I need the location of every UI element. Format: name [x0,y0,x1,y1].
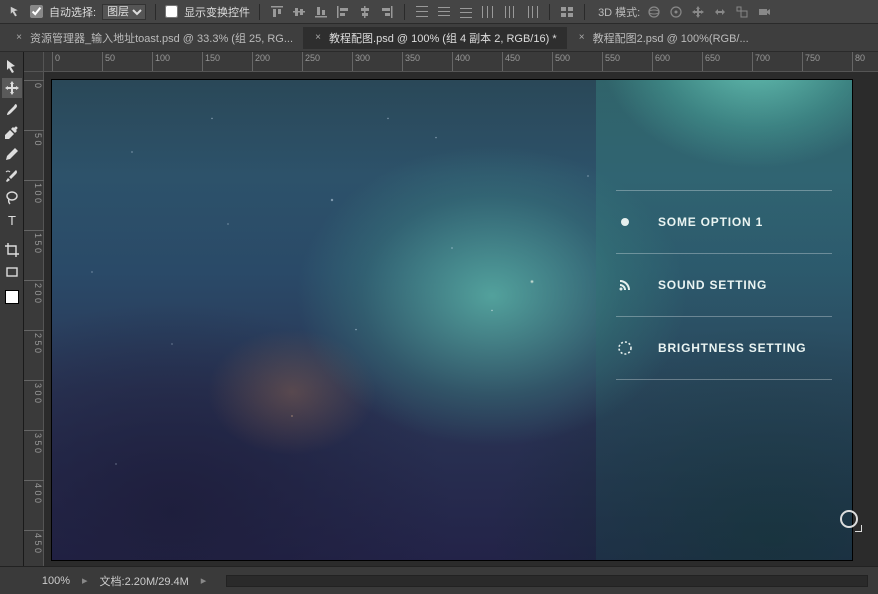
tab-label: 教程配图.psd @ 100% (组 4 副本 2, RGB/16) * [329,30,557,46]
close-icon[interactable]: × [577,33,587,43]
distribute-left-icon[interactable] [480,4,496,20]
show-transform-label: 显示变换控件 [184,4,250,20]
document-tabs: × 资源管理器_输入地址toast.psd @ 33.3% (组 25, RG.… [0,24,878,52]
option-row[interactable]: SOME OPTION 1 [616,190,832,253]
tool-panel: T [0,52,24,566]
toolbar-divider [584,4,585,20]
align-hcenter-icon[interactable] [357,4,373,20]
text-tool-icon[interactable]: T [2,210,22,230]
close-icon[interactable]: × [14,33,24,43]
3d-camera-icon[interactable] [756,4,772,20]
show-transform-checkbox[interactable] [165,5,178,18]
move-tool-indicator-icon [8,4,24,20]
toolbar-divider [404,4,405,20]
distribute-bottom-icon[interactable] [458,4,474,20]
align-left-icon[interactable] [335,4,351,20]
mode-3d-label: 3D 模式: [598,4,640,20]
option-label: SOME OPTION 1 [658,215,763,229]
3d-roll-icon[interactable] [668,4,684,20]
distribute-top-icon[interactable] [414,4,430,20]
lasso-tool-icon[interactable] [2,188,22,208]
distribute-right-icon[interactable] [524,4,540,20]
canvas[interactable]: SOME OPTION 1 SOUND SETTING BRIGHTNESS S… [52,80,852,560]
toolbar-divider [155,4,156,20]
dot-icon [616,213,634,231]
3d-pan-icon[interactable] [690,4,706,20]
align-top-icon[interactable] [269,4,285,20]
history-brush-tool-icon[interactable] [2,166,22,186]
align-vcenter-icon[interactable] [291,4,307,20]
status-bar: 100% ▸ 文档:2.20M/29.4M ▸ [0,566,878,594]
foreground-color-swatch[interactable] [5,290,19,304]
auto-select-dropdown[interactable]: 图层 [102,4,146,20]
svg-text:T: T [8,213,16,227]
crop-tool-icon[interactable] [2,240,22,260]
zoom-level[interactable]: 100% [10,575,70,587]
distribute-hcenter-icon[interactable] [502,4,518,20]
document-tab[interactable]: × 教程配图.psd @ 100% (组 4 副本 2, RGB/16) * [303,27,567,49]
chevron-right-icon[interactable]: ▸ [82,574,88,587]
tab-label: 教程配图2.psd @ 100%(RGB/... [593,30,749,46]
toolbar-divider [259,4,260,20]
option-label: BRIGHTNESS SETTING [658,341,806,355]
pencil-tool-icon[interactable] [2,144,22,164]
chevron-right-icon[interactable]: ▸ [201,574,207,587]
auto-select-label: 自动选择: [49,4,96,20]
horizontal-scrollbar[interactable] [226,575,868,587]
auto-align-icon[interactable] [559,4,575,20]
canvas-wrap: 0501001502002503003504004505005506006507… [24,52,878,566]
vertical-ruler[interactable]: 05 01 0 01 5 02 0 02 5 03 0 03 5 04 0 04… [24,72,44,566]
options-toolbar: 自动选择: 图层 显示变换控件 3D 模式: [0,0,878,24]
document-size-label: 文档:2.20M/29.4M [100,573,189,589]
align-bottom-icon[interactable] [313,4,329,20]
move-tool-icon[interactable] [2,78,22,98]
eyedropper-tool-icon[interactable] [2,122,22,142]
tab-label: 资源管理器_输入地址toast.psd @ 33.3% (组 25, RG... [30,30,293,46]
settings-panel: SOME OPTION 1 SOUND SETTING BRIGHTNESS S… [596,80,852,560]
option-label: SOUND SETTING [658,278,767,292]
3d-slide-icon[interactable] [712,4,728,20]
brush-tool-icon[interactable] [2,100,22,120]
toolbar-divider [549,4,550,20]
distribute-vcenter-icon[interactable] [436,4,452,20]
arrow-tool-icon[interactable] [2,56,22,76]
option-row[interactable]: SOUND SETTING [616,253,832,316]
auto-select-checkbox[interactable] [30,5,43,18]
3d-scale-icon[interactable] [734,4,750,20]
zoom-cursor-icon [840,510,858,528]
align-right-icon[interactable] [379,4,395,20]
horizontal-ruler[interactable]: 0501001502002503003504004505005506006507… [44,52,878,72]
document-tab[interactable]: × 资源管理器_输入地址toast.psd @ 33.3% (组 25, RG.… [4,27,303,49]
ruler-origin[interactable] [24,52,44,72]
rectangle-tool-icon[interactable] [2,262,22,282]
close-icon[interactable]: × [313,33,323,43]
document-tab[interactable]: × 教程配图2.psd @ 100%(RGB/... [567,27,759,49]
workspace: T 05010015020025030035040045050055060065… [0,52,878,566]
3d-orbit-icon[interactable] [646,4,662,20]
rss-icon [616,276,634,294]
brightness-icon [616,339,634,357]
option-row[interactable]: BRIGHTNESS SETTING [616,316,832,380]
